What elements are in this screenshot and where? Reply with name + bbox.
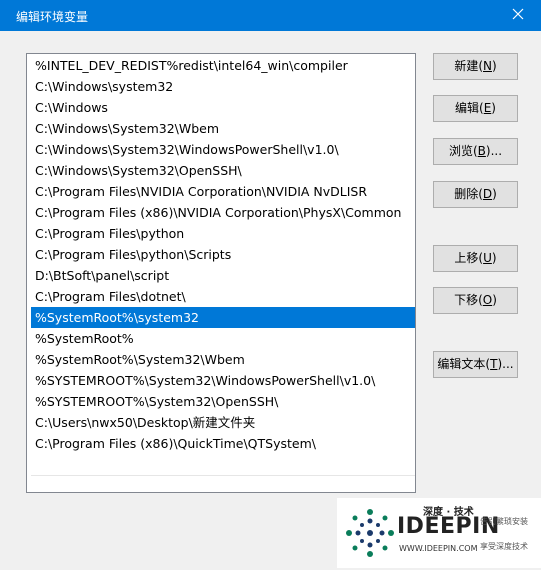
move-up-button[interactable]: 上移(U) [433,245,518,272]
list-item[interactable]: %SYSTEMROOT%\System32\OpenSSH\ [31,391,415,412]
list-item[interactable]: C:\Windows\System32\OpenSSH\ [31,160,415,181]
list-item[interactable]: C:\Program Files\dotnet\ [31,286,415,307]
edit-text-button[interactable]: 编辑文本(T)... [433,351,518,378]
list-item[interactable]: C:\Windows\System32\Wbem [31,118,415,139]
list-item[interactable]: C:\Users\nwx50\Desktop\新建文件夹 [31,412,415,433]
watermark-slogan-1: 告别繁琐安装 [480,517,528,526]
watermark-slogan-2: 享受深度技术 [480,542,528,551]
list-item[interactable]: %SystemRoot% [31,328,415,349]
logo-icon [346,509,394,557]
watermark-url: WWW.IDEEPIN.COM [399,544,478,553]
list-item[interactable]: C:\Program Files\python\Scripts [31,244,415,265]
list-item[interactable]: %INTEL_DEV_REDIST%redist\intel64_win\com… [31,55,415,76]
watermark: 深度 · 技术 IDEEPIN WWW.IDEEPIN.COM 告别繁琐安装 享… [337,498,541,568]
list-item[interactable]: C:\Program Files\NVIDIA Corporation\NVID… [31,181,415,202]
move-down-button[interactable]: 下移(O) [433,287,518,314]
list-item[interactable]: C:\Windows\System32\WindowsPowerShell\v1… [31,139,415,160]
list-separator [31,475,415,476]
list-item[interactable]: %SystemRoot%\system32 [31,307,415,328]
close-button[interactable] [495,0,541,31]
list-item[interactable]: %SYSTEMROOT%\System32\WindowsPowerShell\… [31,370,415,391]
window-title: 编辑环境变量 [16,10,89,24]
edit-button[interactable]: 编辑(E) [433,95,518,122]
path-list[interactable]: %INTEL_DEV_REDIST%redist\intel64_win\com… [26,53,416,493]
list-item[interactable]: %SystemRoot%\System32\Wbem [31,349,415,370]
list-item[interactable]: C:\Windows\system32 [31,76,415,97]
new-button[interactable]: 新建(N) [433,53,518,80]
list-item[interactable]: C:\Windows [31,97,415,118]
delete-button[interactable]: 删除(D) [433,181,518,208]
browse-button[interactable]: 浏览(B)... [433,138,518,165]
list-item[interactable]: D:\BtSoft\panel\script [31,265,415,286]
list-item[interactable]: C:\Program Files (x86)\NVIDIA Corporatio… [31,202,415,223]
list-item[interactable]: C:\Program Files\python [31,223,415,244]
title-bar: 编辑环境变量 [0,0,541,31]
list-item[interactable]: C:\Program Files (x86)\QuickTime\QTSyste… [31,433,415,454]
close-icon [512,8,524,23]
